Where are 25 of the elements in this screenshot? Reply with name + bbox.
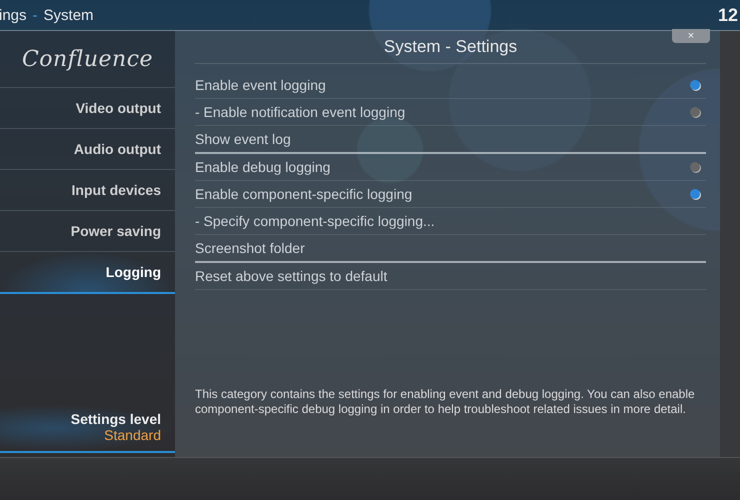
clock: 12	[718, 4, 740, 26]
category-description: This category contains the settings for enabling event and debug logging. You can also enable component-specific debug logging in order to help troubleshoot related issues in more detail.	[195, 387, 696, 417]
toggle-dot-icon[interactable]	[690, 189, 700, 199]
toggle-dot-icon[interactable]	[690, 107, 700, 117]
breadcrumb-parent: ings	[0, 6, 27, 24]
setting-row[interactable]: Screenshot folder	[195, 235, 706, 263]
setting-row[interactable]: Show event log	[195, 126, 706, 154]
sidebar-item[interactable]: Power saving	[0, 211, 175, 252]
sidebar-item[interactable]: Audio output	[0, 129, 175, 170]
sidebar-item[interactable]: Logging	[0, 252, 175, 294]
toggle-dot-icon[interactable]	[690, 80, 700, 90]
panel-title: System - Settings	[384, 37, 518, 57]
setting-row[interactable]: Enable debug logging	[195, 154, 706, 181]
setting-row[interactable]: - Enable notification event logging	[195, 99, 706, 126]
breadcrumb-current: System	[44, 6, 94, 24]
setting-row[interactable]: Enable event logging	[195, 72, 706, 99]
sidebar-item[interactable]: Input devices	[0, 170, 175, 211]
sidebar-item[interactable]: Video output	[0, 88, 175, 129]
breadcrumb-separator: -	[32, 6, 38, 24]
logo: Confluence	[22, 46, 154, 72]
setting-row[interactable]: - Specify component-specific logging...	[195, 208, 706, 235]
toggle-dot-icon[interactable]	[690, 162, 700, 172]
setting-row[interactable]: Enable component-specific logging	[195, 181, 706, 208]
settings-level-button[interactable]: Settings level Standard	[0, 405, 175, 453]
setting-row[interactable]: Reset above settings to default	[195, 263, 706, 290]
